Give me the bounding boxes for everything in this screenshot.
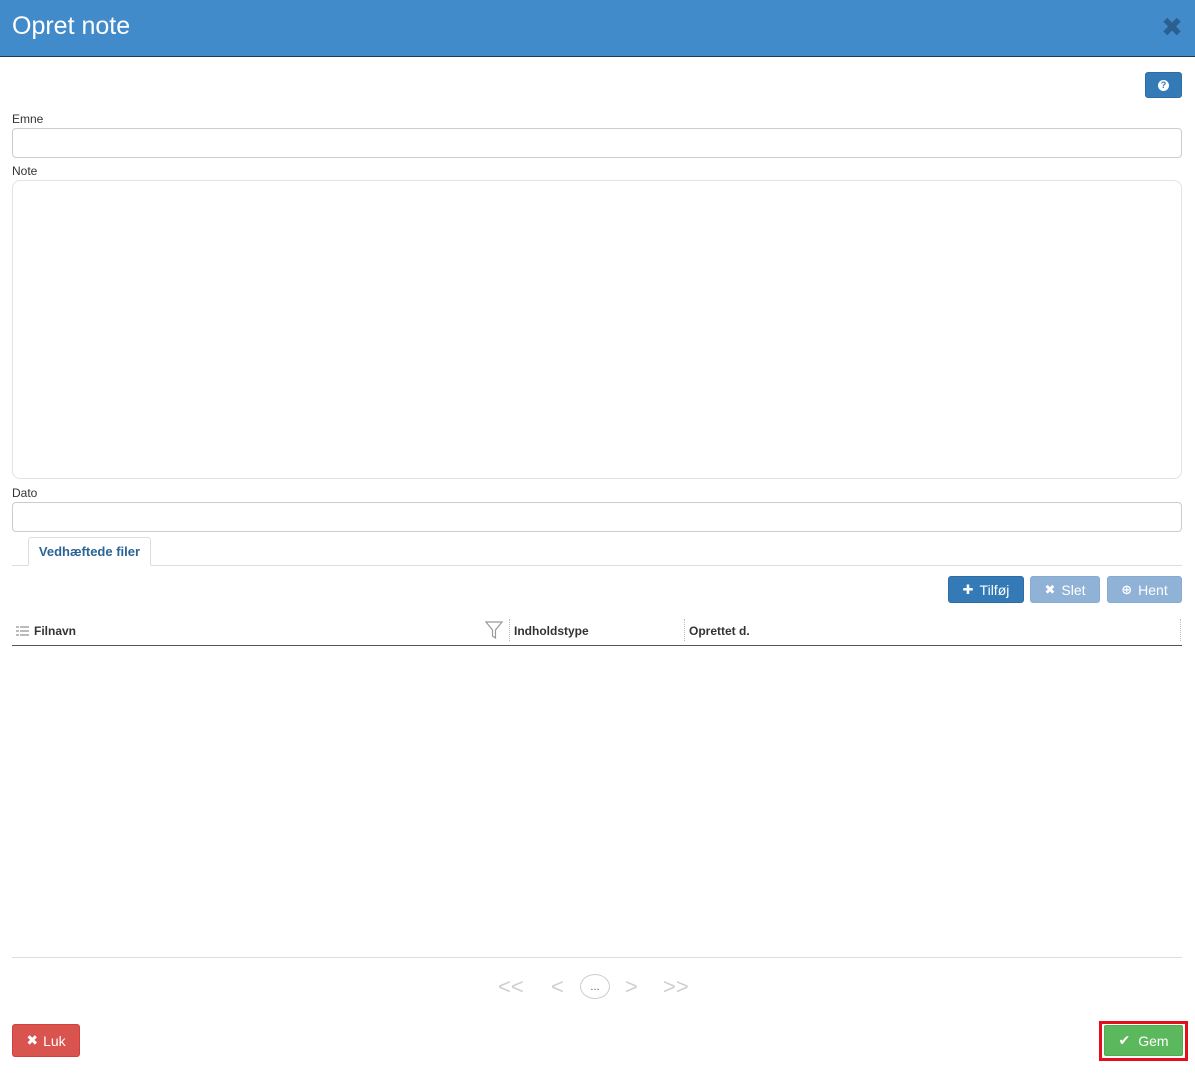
column-created[interactable]: Oprettet d. xyxy=(689,617,1169,645)
date-label: Dato xyxy=(12,486,38,500)
pager-first[interactable]: << xyxy=(498,974,524,1000)
date-input[interactable] xyxy=(12,502,1182,532)
circle-arrow-icon: ⊕ xyxy=(1121,581,1133,597)
file-grid-header: Filnavn Indholdstype Oprettet d. xyxy=(12,617,1182,646)
dialog-header: Opret note ✖ xyxy=(0,0,1195,57)
column-separator[interactable] xyxy=(509,619,510,641)
plus-icon: ✚ xyxy=(962,581,974,597)
pager-prev[interactable]: < xyxy=(551,974,564,1000)
column-content-type-label: Indholdstype xyxy=(514,624,589,638)
close-icon[interactable]: ✖ xyxy=(1161,14,1183,40)
column-separator[interactable] xyxy=(1180,619,1181,641)
question-icon: ? xyxy=(1158,79,1169,91)
x-icon: ✖ xyxy=(26,1032,39,1048)
grid-bottom-border xyxy=(12,957,1182,958)
delete-file-button[interactable]: ✖ Slet xyxy=(1030,576,1100,603)
note-textarea[interactable] xyxy=(12,180,1182,479)
subject-input[interactable] xyxy=(12,128,1182,158)
save-button-label: Gem xyxy=(1138,1032,1169,1049)
tab-attachments[interactable]: Vedhæftede filer xyxy=(28,537,151,566)
check-icon: ✔ xyxy=(1118,1032,1131,1048)
add-file-button[interactable]: ✚ Tilføj xyxy=(948,576,1024,603)
download-file-label: Hent xyxy=(1138,581,1168,598)
pager-last[interactable]: >> xyxy=(663,974,689,1000)
pager-next[interactable]: > xyxy=(625,974,638,1000)
column-filename[interactable]: Filnavn xyxy=(16,617,506,645)
column-content-type[interactable]: Indholdstype xyxy=(514,617,684,645)
column-created-label: Oprettet d. xyxy=(689,624,750,638)
subject-label: Emne xyxy=(12,112,44,126)
add-file-label: Tilføj xyxy=(979,581,1010,598)
pager-current[interactable]: ... xyxy=(580,974,610,999)
close-button[interactable]: ✖ Luk xyxy=(12,1024,80,1057)
download-file-button[interactable]: ⊕ Hent xyxy=(1107,576,1182,603)
save-button[interactable]: ✔ Gem xyxy=(1104,1025,1183,1056)
column-separator[interactable] xyxy=(684,619,685,641)
x-icon: ✖ xyxy=(1044,581,1056,597)
note-label: Note xyxy=(12,164,38,178)
close-button-label: Luk xyxy=(43,1032,66,1049)
delete-file-label: Slet xyxy=(1061,581,1086,598)
tab-bar xyxy=(12,565,1182,566)
column-filename-label: Filnavn xyxy=(34,624,77,638)
help-button[interactable]: ? xyxy=(1145,72,1182,98)
dialog-title: Opret note xyxy=(12,12,131,40)
list-icon xyxy=(16,626,29,636)
filter-icon[interactable] xyxy=(484,620,504,640)
